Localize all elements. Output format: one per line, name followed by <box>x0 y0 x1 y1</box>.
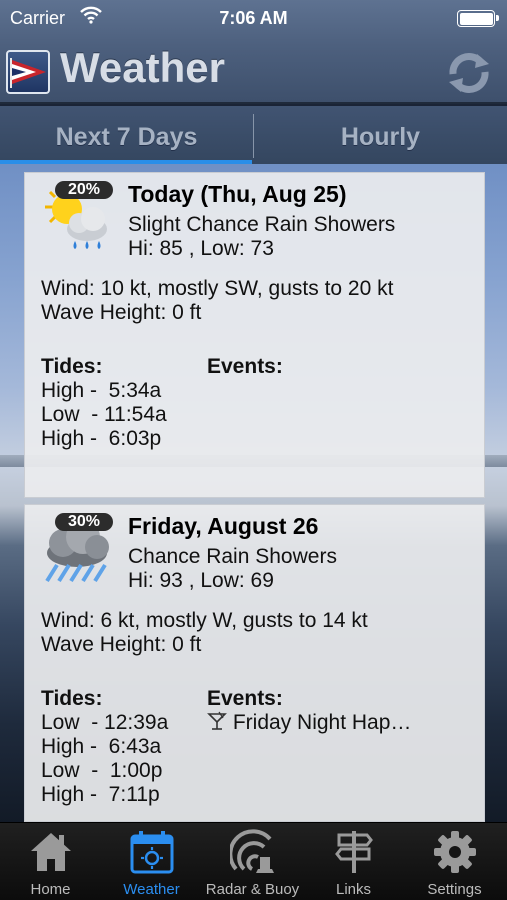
tabbar-label: Links <box>335 881 372 898</box>
status-time: 7:06 AM <box>219 8 288 28</box>
hi-low-text: Hi: 85 , Low: 73 <box>128 237 274 260</box>
tab-hourly[interactable]: Hourly <box>254 106 507 164</box>
condition-text: Chance Rain Showers <box>128 545 337 568</box>
tides-label: Tides: <box>41 355 103 378</box>
tabbar-weather[interactable]: Weather <box>101 823 202 900</box>
day-title: Today (Thu, Aug 25) <box>128 181 347 207</box>
weather-calendar-icon <box>130 831 174 874</box>
gear-icon <box>434 831 476 873</box>
tide-row: High - 6:43a <box>41 735 162 758</box>
event-item[interactable]: Friday Night Hap… <box>207 711 411 735</box>
forecast-card-friday[interactable]: 30% Friday, August 26 Chance Rain Shower… <box>24 504 485 822</box>
tabbar-links[interactable]: Links <box>303 823 404 900</box>
day-title: Friday, August 26 <box>128 513 319 539</box>
events-label: Events: <box>207 355 283 378</box>
tide-row: Low - 1:00p <box>41 759 163 782</box>
forecast-segment-control: Next 7 Days Hourly <box>0 106 507 164</box>
wave-height-text: Wave Height: 0 ft <box>41 633 202 656</box>
precip-chance-badge: 30% <box>55 513 113 531</box>
tides-label: Tides: <box>41 687 103 710</box>
tide-row: High - 6:03p <box>41 427 162 450</box>
tabbar-settings[interactable]: Settings <box>404 823 505 900</box>
home-icon <box>31 833 71 871</box>
wind-text: Wind: 6 kt, mostly W, gusts to 14 kt <box>41 609 368 632</box>
tabbar-label: Radar & Buoy <box>205 881 300 898</box>
events-label: Events: <box>207 687 283 710</box>
navigation-header: Carrier 7:06 AM Weather <box>0 0 507 104</box>
page-title: Weather <box>60 44 225 91</box>
wave-height-text: Wave Height: 0 ft <box>41 301 202 324</box>
tabbar-label: Settings <box>427 881 482 898</box>
tide-row: Low - 12:39a <box>41 711 169 734</box>
selected-tab-indicator <box>0 160 252 164</box>
signpost-icon <box>335 831 373 873</box>
bottom-tab-bar: Home Weather Radar & Buoy Links Settings <box>0 822 507 900</box>
tide-row: Low - 11:54a <box>41 403 167 426</box>
precip-chance-badge: 20% <box>55 181 113 199</box>
status-bar: Carrier 7:06 AM <box>0 0 507 36</box>
tide-row: High - 5:34a <box>41 379 162 402</box>
battery-icon <box>457 10 499 27</box>
tide-row: High - 7:11p <box>41 783 160 806</box>
tabbar-label: Home <box>30 881 71 898</box>
cocktail-icon <box>207 711 227 730</box>
tabbar-home[interactable]: Home <box>0 823 101 900</box>
tabbar-radar-buoy[interactable]: Radar & Buoy <box>202 823 303 900</box>
tabbar-label: Weather <box>123 881 180 898</box>
radar-icon <box>230 829 274 873</box>
wind-text: Wind: 10 kt, mostly SW, gusts to 20 kt <box>41 277 394 300</box>
club-burgee-logo <box>6 50 50 94</box>
event-text: Friday Night Hap… <box>232 711 412 734</box>
tab-next-7-days[interactable]: Next 7 Days <box>0 106 253 164</box>
refresh-icon[interactable] <box>443 50 495 96</box>
hi-low-text: Hi: 93 , Low: 69 <box>128 569 274 592</box>
condition-text: Slight Chance Rain Showers <box>128 213 396 236</box>
forecast-card-today[interactable]: 20% Today (Thu, Aug 25) Slight Chance Ra… <box>24 172 485 498</box>
